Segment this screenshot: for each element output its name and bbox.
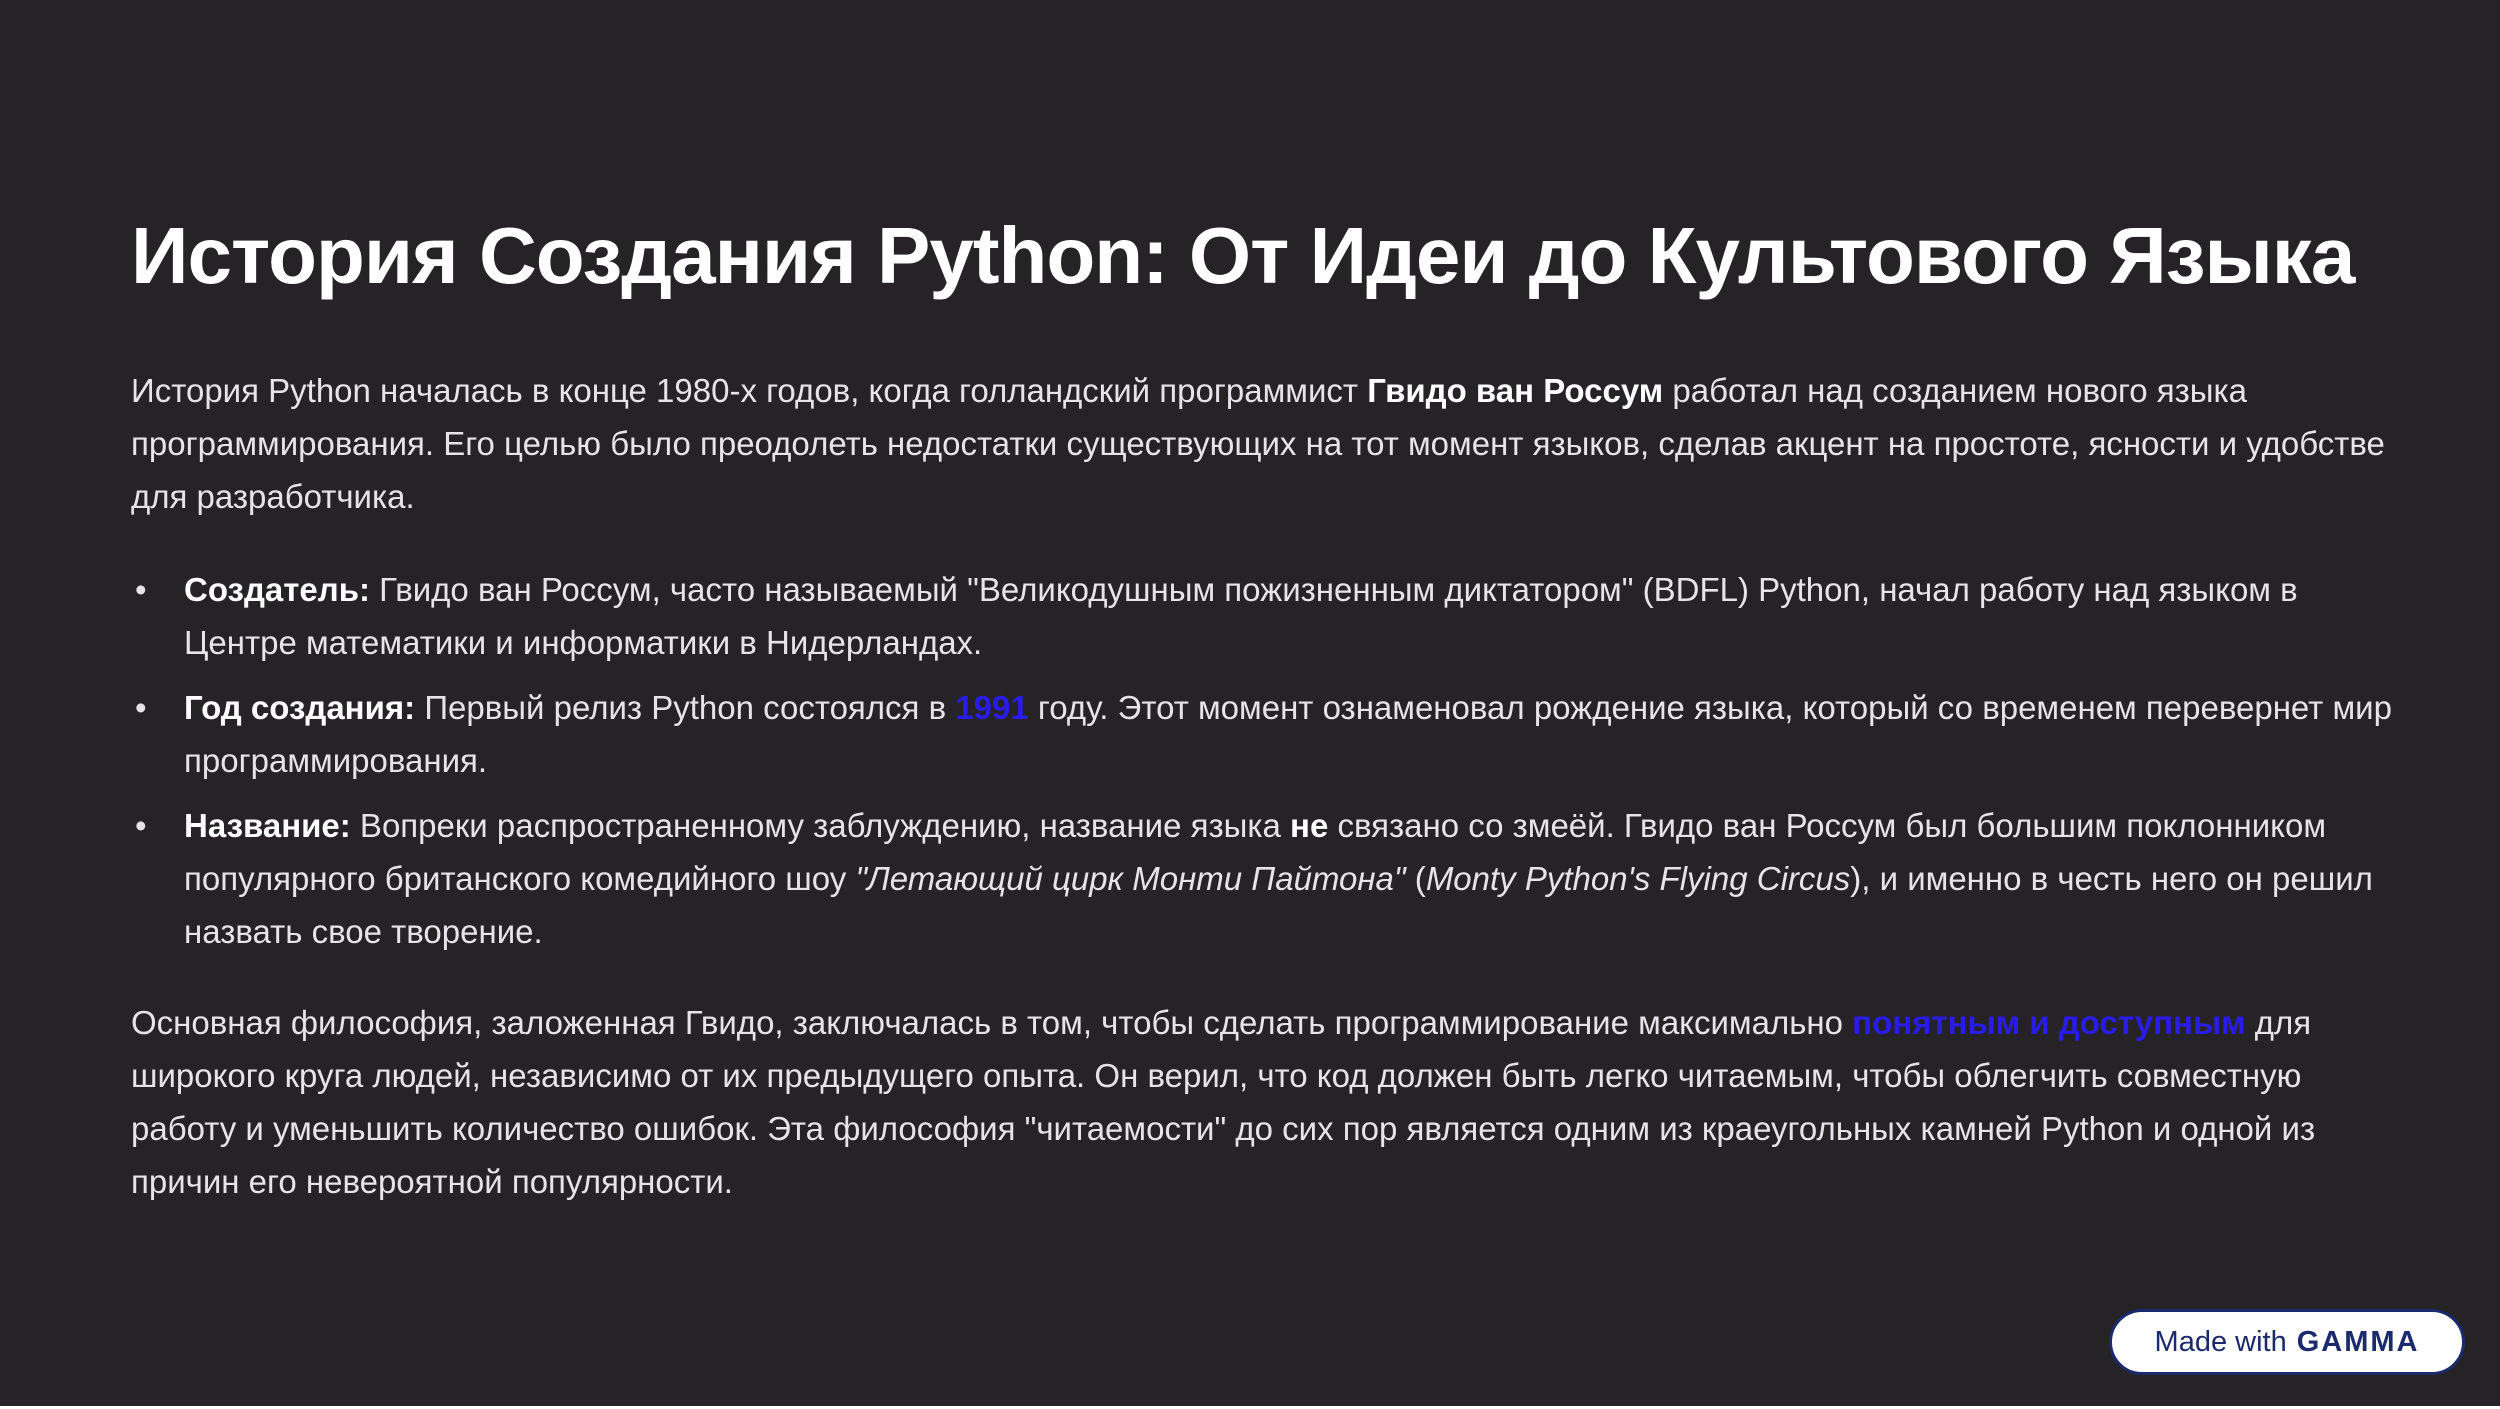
name-bold-not: не — [1290, 807, 1329, 844]
list-item-name: • Название: Вопреки распространенному заб… — [135, 799, 2401, 958]
intro-text-1: История Python началась в конце 1980-х г… — [131, 372, 1368, 409]
facts-list: • Создатель: Гвидо ван Россум, часто назы… — [131, 563, 2401, 958]
outro-accent: понятным и доступным — [1852, 1004, 2246, 1041]
made-with-gamma-badge[interactable]: Made with GAMMA — [2109, 1309, 2465, 1375]
creator-text: Гвидо ван Россум, часто называемый "Вели… — [184, 571, 2298, 661]
year-accent: 1991 — [955, 689, 1029, 726]
intro-bold-name: Гвидо ван Россум — [1367, 372, 1664, 409]
bullet-icon: • — [135, 807, 147, 844]
badge-prefix: Made with — [2154, 1325, 2287, 1358]
outro-text-1: Основная философия, заложенная Гвидо, за… — [131, 1004, 1853, 1041]
gamma-logo: GAMMA — [2296, 1325, 2420, 1358]
list-item-year: • Год создания: Первый релиз Python состо… — [135, 681, 2401, 787]
outro-paragraph: Основная философия, заложенная Гвидо, за… — [131, 996, 2401, 1208]
name-label: Название: — [184, 807, 351, 844]
slide: История Создания Python: От Идеи до Куль… — [0, 0, 2500, 1406]
page-title: История Создания Python: От Идеи до Куль… — [131, 211, 2355, 300]
name-italic-english: Monty Python's Flying Circus — [1425, 860, 1851, 897]
year-label: Год создания: — [184, 689, 416, 726]
list-item-creator: • Создатель: Гвидо ван Россум, часто назы… — [135, 563, 2401, 669]
bullet-icon: • — [135, 571, 147, 608]
name-text-1: Вопреки распространенному заблуждению, н… — [350, 807, 1291, 844]
bullet-icon: • — [135, 689, 147, 726]
creator-label: Создатель: — [184, 571, 371, 608]
name-text-3: ( — [1405, 860, 1426, 897]
slide-content: История Создания Python: От Идеи до Куль… — [131, 210, 2401, 1208]
name-italic-russian: "Летающий цирк Монти Пайтона" — [855, 860, 1406, 897]
year-text-before: Первый релиз Python состоялся в — [415, 689, 956, 726]
intro-paragraph: История Python началась в конце 1980-х г… — [131, 364, 2401, 523]
